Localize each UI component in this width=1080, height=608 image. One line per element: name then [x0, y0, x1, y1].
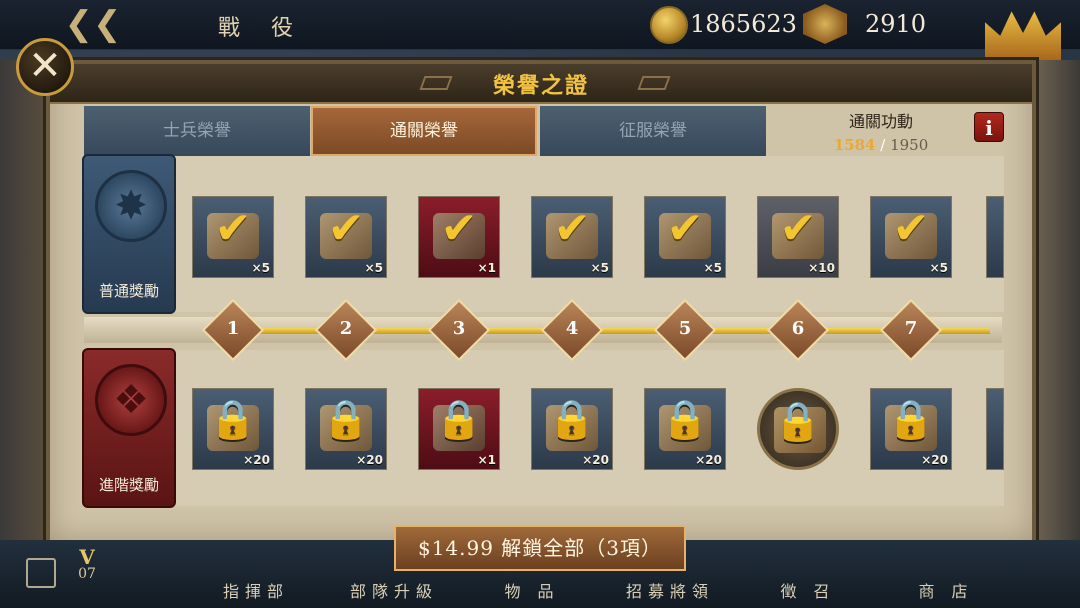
save-icon[interactable] [26, 558, 56, 588]
coin-balance: 1865623 [690, 10, 797, 38]
level-number: 6 [791, 318, 805, 339]
advanced-reward-tile[interactable]: 🔒 ×20 [531, 388, 613, 470]
tab-soldier-honor[interactable]: 士兵榮譽 [84, 106, 310, 156]
nav-items[interactable]: 物 品 [482, 578, 582, 602]
lock-icon: 🔒 [774, 399, 822, 443]
unlock-all-button[interactable]: $14.99 解鎖全部（3項） [394, 525, 686, 571]
reward-quantity: ×5 [590, 261, 609, 275]
lock-icon: 🔒 [661, 397, 709, 441]
right-side-panel [1038, 60, 1080, 540]
normal-reward-tile[interactable]: ✔ ×5 [192, 196, 274, 278]
reward-quantity: ×20 [695, 453, 722, 467]
claimed-check-icon: ✔ [214, 203, 252, 254]
normal-reward-label: 普通獎勵 [98, 282, 159, 300]
reward-quantity: ×5 [251, 261, 270, 275]
normal-reward-tile[interactable]: ✔ ×1 [418, 196, 500, 278]
reward-quantity: ×5 [929, 261, 948, 275]
knot-seal-icon: ❖ [95, 364, 167, 436]
normal-reward-tile[interactable]: ✔ ×5 [644, 196, 726, 278]
honor-proof-modal: 榮譽之證 士兵榮譽 通關榮譽 征服榮譽 通關功動 1584 / 1950 i ✸… [46, 60, 1036, 544]
crown-icon[interactable] [985, 11, 1061, 60]
claimed-check-icon: ✔ [440, 203, 478, 254]
nav-command[interactable]: 指揮部 [206, 578, 306, 602]
modal-header: 榮譽之證 [50, 64, 1032, 104]
merit-progress: 1584 / 1950 [816, 136, 946, 154]
merit-separator: / [880, 136, 886, 154]
normal-reward-seal: ✸ 普通獎勵 [82, 154, 176, 314]
nav-conscript[interactable]: 徵 召 [758, 578, 858, 602]
nav-recruit-generals[interactable]: 招募將領 [620, 578, 720, 602]
normal-reward-tile[interactable]: ✔ ×5 [305, 196, 387, 278]
gold-coin-icon [650, 6, 688, 44]
claimed-check-icon: ✔ [666, 203, 704, 254]
reward-quantity: ×1 [477, 453, 496, 467]
reward-quantity: ×5 [364, 261, 383, 275]
lock-icon: 🔒 [322, 397, 370, 441]
page-title: 戰 役 [218, 16, 305, 41]
nav-shop[interactable]: 商 店 [896, 578, 996, 602]
advanced-reward-seal: ❖ 進階獎勵 [82, 348, 176, 508]
close-icon[interactable]: ✕ [16, 38, 74, 96]
reward-quantity: ×10 [808, 261, 835, 275]
advanced-reward-tile[interactable]: 🔒 [757, 388, 839, 470]
claimed-check-icon: ✔ [327, 203, 365, 254]
lock-icon: 🔒 [209, 397, 257, 441]
left-side-panel [0, 60, 48, 540]
level-number: 3 [452, 318, 466, 339]
level-number: 1 [226, 318, 240, 339]
next-reward-tile[interactable] [986, 388, 1004, 470]
back-arrow-icon[interactable]: ❮❮ [58, 6, 128, 42]
reward-quantity: ×20 [582, 453, 609, 467]
advanced-reward-tile[interactable]: 🔒 ×20 [192, 388, 274, 470]
reward-quantity: ×1 [477, 261, 496, 275]
claimed-check-icon: ✔ [892, 203, 930, 254]
advanced-reward-tile[interactable]: 🔒 ×1 [418, 388, 500, 470]
merit-max: 1950 [890, 136, 929, 154]
info-button[interactable]: i [974, 112, 1004, 142]
normal-reward-tile[interactable]: ✔ ×10 [757, 196, 839, 278]
tab-clear-honor[interactable]: 通關榮譽 [311, 106, 537, 156]
modal-title: 榮譽之證 [492, 73, 589, 99]
level-number: 2 [339, 318, 353, 339]
crown-badge-icon [803, 4, 847, 44]
claimed-check-icon: ✔ [779, 203, 817, 254]
claimed-check-icon: ✔ [553, 203, 591, 254]
level-number: 4 [565, 318, 579, 339]
header-ornament-icon [637, 76, 671, 90]
merit-label: 通關功動 [848, 112, 913, 131]
advanced-reward-tile[interactable]: 🔒 ×20 [644, 388, 726, 470]
top-bar: ❮❮ 戰 役 1865623 2910 [0, 0, 1080, 60]
advanced-reward-tile[interactable]: 🔒 ×20 [870, 388, 952, 470]
version-number: 07 [78, 566, 96, 582]
normal-reward-tile[interactable]: ✔ ×5 [870, 196, 952, 278]
nav-troop-upgrade[interactable]: 部隊升級 [344, 578, 444, 602]
next-reward-tile[interactable] [986, 196, 1004, 278]
lock-icon: 🔒 [887, 397, 935, 441]
version-badge: V 07 [70, 545, 104, 582]
lock-icon: 🔒 [435, 397, 483, 441]
tab-conquest-honor[interactable]: 征服榮譽 [540, 106, 766, 156]
version-label: V [79, 545, 95, 569]
reward-quantity: ×20 [356, 453, 383, 467]
level-number: 5 [678, 318, 692, 339]
reward-quantity: ×20 [243, 453, 270, 467]
star-seal-icon: ✸ [95, 170, 167, 242]
merit-current: 1584 [833, 136, 876, 154]
reward-quantity: ×5 [703, 261, 722, 275]
level-number: 7 [904, 318, 918, 339]
reward-quantity: ×20 [921, 453, 948, 467]
advanced-reward-tile[interactable]: 🔒 ×20 [305, 388, 387, 470]
advanced-reward-label: 進階獎勵 [98, 476, 159, 494]
normal-reward-tile[interactable]: ✔ ×5 [531, 196, 613, 278]
lock-icon: 🔒 [548, 397, 596, 441]
crown-balance: 2910 [865, 10, 927, 38]
